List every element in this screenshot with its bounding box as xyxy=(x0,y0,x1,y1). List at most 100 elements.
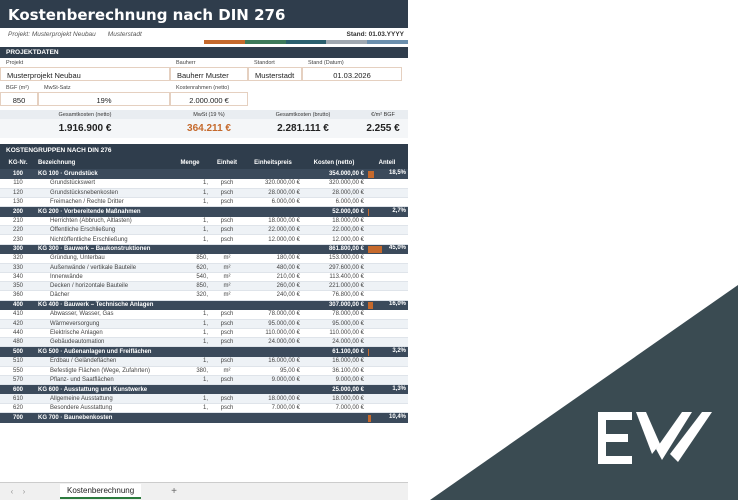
cell-anteil[interactable] xyxy=(366,197,408,208)
cell-kosten[interactable]: 16.000,00 € xyxy=(302,356,366,367)
cell-kgnr[interactable]: 500 xyxy=(0,346,36,357)
cell-kgnr[interactable]: 300 xyxy=(0,244,36,255)
cell-kosten[interactable]: 6.000,00 € xyxy=(302,197,366,208)
cell-kosten[interactable]: 113.400,00 € xyxy=(302,272,366,283)
cell-kosten[interactable]: 7.000,00 € xyxy=(302,403,366,414)
cell-anteil[interactable] xyxy=(366,234,408,245)
cell-kosten[interactable]: 221.000,00 € xyxy=(302,281,366,292)
cell-kgnr[interactable]: 420 xyxy=(0,319,36,329)
field-standort[interactable]: Musterstadt xyxy=(248,67,302,81)
table-row[interactable]: 130 Freimachen / Rechte Dritter 1, psch 6.00… xyxy=(0,197,408,208)
cell-bezeichnung[interactable]: Pflanz- und Saatflächen xyxy=(36,375,170,385)
cell-anteil[interactable] xyxy=(366,337,408,348)
cell-menge[interactable] xyxy=(170,244,210,255)
cell-kgnr[interactable]: 210 xyxy=(0,216,36,227)
cell-anteil[interactable]: 16,0% xyxy=(366,300,408,311)
table-row[interactable]: 420 Wärmeversorgung 1, psch 95.000,00 €95.00… xyxy=(0,319,408,329)
cell-menge[interactable]: 1, xyxy=(170,319,210,329)
cell-einheitspreis[interactable]: 95.000,00 € xyxy=(244,319,302,329)
cell-anteil[interactable]: 1,3% xyxy=(366,384,408,395)
cell-kosten[interactable]: 76.800,00 € xyxy=(302,290,366,301)
cell-bezeichnung[interactable]: Abwasser, Wasser, Gas xyxy=(36,310,170,320)
cell-einheit[interactable]: m² xyxy=(210,254,244,264)
cell-anteil[interactable]: 45,0% xyxy=(366,244,408,255)
kostengruppe-row[interactable]: 600 KG 600 · Ausstattung und Kunstwerke 25… xyxy=(0,384,408,395)
cell-kosten[interactable] xyxy=(302,412,366,423)
kostengruppe-row[interactable]: 400 KG 400 · Bauwerk – Technische Anlagen… xyxy=(0,300,408,311)
cell-einheitspreis[interactable]: 22.000,00 € xyxy=(244,225,302,236)
cell-einheit[interactable]: m² xyxy=(210,290,244,301)
cell-kosten[interactable]: 9.000,00 € xyxy=(302,375,366,385)
cell-einheit[interactable]: psch xyxy=(210,179,244,189)
cell-einheit[interactable]: psch xyxy=(210,328,244,339)
cell-anteil[interactable] xyxy=(366,216,408,227)
cell-kosten[interactable]: 307.000,00 € xyxy=(302,300,366,311)
tab-prev-button[interactable]: ‹ xyxy=(6,487,18,496)
cell-kosten[interactable]: 320.000,00 € xyxy=(302,179,366,189)
table-row[interactable]: 480 Gebäudeautomation 1, psch 24.000,00 €24.… xyxy=(0,337,408,348)
cell-menge[interactable]: 1, xyxy=(170,234,210,245)
cell-kgnr[interactable]: 600 xyxy=(0,384,36,395)
cell-einheit[interactable] xyxy=(210,206,244,217)
cell-bezeichnung[interactable]: KG 200 · Vorbereitende Maßnahmen xyxy=(36,206,170,217)
cell-kosten[interactable]: 354.000,00 € xyxy=(302,169,366,179)
cell-einheit[interactable] xyxy=(210,412,244,423)
cell-einheit[interactable]: m² xyxy=(210,281,244,292)
cell-anteil[interactable] xyxy=(366,319,408,329)
cell-einheitspreis[interactable]: 480,00 € xyxy=(244,263,302,274)
cell-kosten[interactable]: 52.000,00 € xyxy=(302,206,366,217)
cell-anteil[interactable] xyxy=(366,366,408,376)
cell-anteil[interactable] xyxy=(366,179,408,189)
cell-menge[interactable]: 1, xyxy=(170,337,210,348)
field-bauherr[interactable]: Bauherr Muster xyxy=(170,67,248,81)
cell-einheitspreis[interactable] xyxy=(244,206,302,217)
table-row[interactable]: 410 Abwasser, Wasser, Gas 1, psch 78.000,00 … xyxy=(0,310,408,320)
cell-kgnr[interactable]: 360 xyxy=(0,290,36,301)
cell-einheit[interactable] xyxy=(210,300,244,311)
field-projekt[interactable]: Musterprojekt Neubau xyxy=(0,67,170,81)
cell-kgnr[interactable]: 610 xyxy=(0,394,36,405)
cell-bezeichnung[interactable]: Besondere Ausstattung xyxy=(36,403,170,414)
cell-bezeichnung[interactable]: Erdbau / Geländeflächen xyxy=(36,356,170,367)
cell-menge[interactable]: 620, xyxy=(170,263,210,274)
table-row[interactable]: 570 Pflanz- und Saatflächen 1, psch 9.000,00… xyxy=(0,375,408,385)
cell-anteil[interactable]: 10,4% xyxy=(366,412,408,423)
cell-anteil[interactable] xyxy=(366,263,408,274)
cell-einheitspreis[interactable] xyxy=(244,244,302,255)
cell-kosten[interactable]: 12.000,00 € xyxy=(302,234,366,245)
tab-next-button[interactable]: › xyxy=(18,487,30,496)
cell-einheit[interactable]: psch xyxy=(210,337,244,348)
cell-einheit[interactable]: m² xyxy=(210,366,244,376)
cell-kgnr[interactable]: 230 xyxy=(0,234,36,245)
cell-menge[interactable]: 1, xyxy=(170,403,210,414)
cell-menge[interactable]: 1, xyxy=(170,394,210,405)
cell-einheitspreis[interactable]: 12.000,00 € xyxy=(244,234,302,245)
cell-kgnr[interactable]: 200 xyxy=(0,206,36,217)
cell-menge[interactable]: 850, xyxy=(170,254,210,264)
cell-einheitspreis[interactable] xyxy=(244,346,302,357)
cell-anteil[interactable]: 2,7% xyxy=(366,206,408,217)
cell-kosten[interactable]: 25.000,00 € xyxy=(302,384,366,395)
cell-kosten[interactable]: 78.000,00 € xyxy=(302,310,366,320)
cell-einheitspreis[interactable]: 260,00 € xyxy=(244,281,302,292)
cell-einheit[interactable]: psch xyxy=(210,394,244,405)
cell-bezeichnung[interactable]: Grundstücksnebenkosten xyxy=(36,188,170,198)
cell-kgnr[interactable]: 220 xyxy=(0,225,36,236)
cell-einheit[interactable]: psch xyxy=(210,310,244,320)
cell-menge[interactable]: 380, xyxy=(170,366,210,376)
cell-einheitspreis[interactable]: 18.000,00 € xyxy=(244,216,302,227)
cell-menge[interactable] xyxy=(170,412,210,423)
cell-bezeichnung[interactable]: Nichtöffentliche Erschließung xyxy=(36,234,170,245)
cell-einheit[interactable] xyxy=(210,346,244,357)
table-row[interactable]: 320 Gründung, Unterbau 850, m² 180,00 €153.0… xyxy=(0,254,408,264)
cell-menge[interactable]: 1, xyxy=(170,197,210,208)
cell-kgnr[interactable]: 570 xyxy=(0,375,36,385)
cell-menge[interactable]: 1, xyxy=(170,225,210,236)
cell-anteil[interactable] xyxy=(366,272,408,283)
table-row[interactable]: 340 Innenwände 540, m² 210,00 €113.400,00 € xyxy=(0,272,408,283)
cell-bezeichnung[interactable]: Gebäudeautomation xyxy=(36,337,170,348)
cell-kgnr[interactable]: 510 xyxy=(0,356,36,367)
cell-kgnr[interactable]: 440 xyxy=(0,328,36,339)
cell-einheitspreis[interactable]: 18.000,00 € xyxy=(244,394,302,405)
cell-einheitspreis[interactable] xyxy=(244,169,302,179)
